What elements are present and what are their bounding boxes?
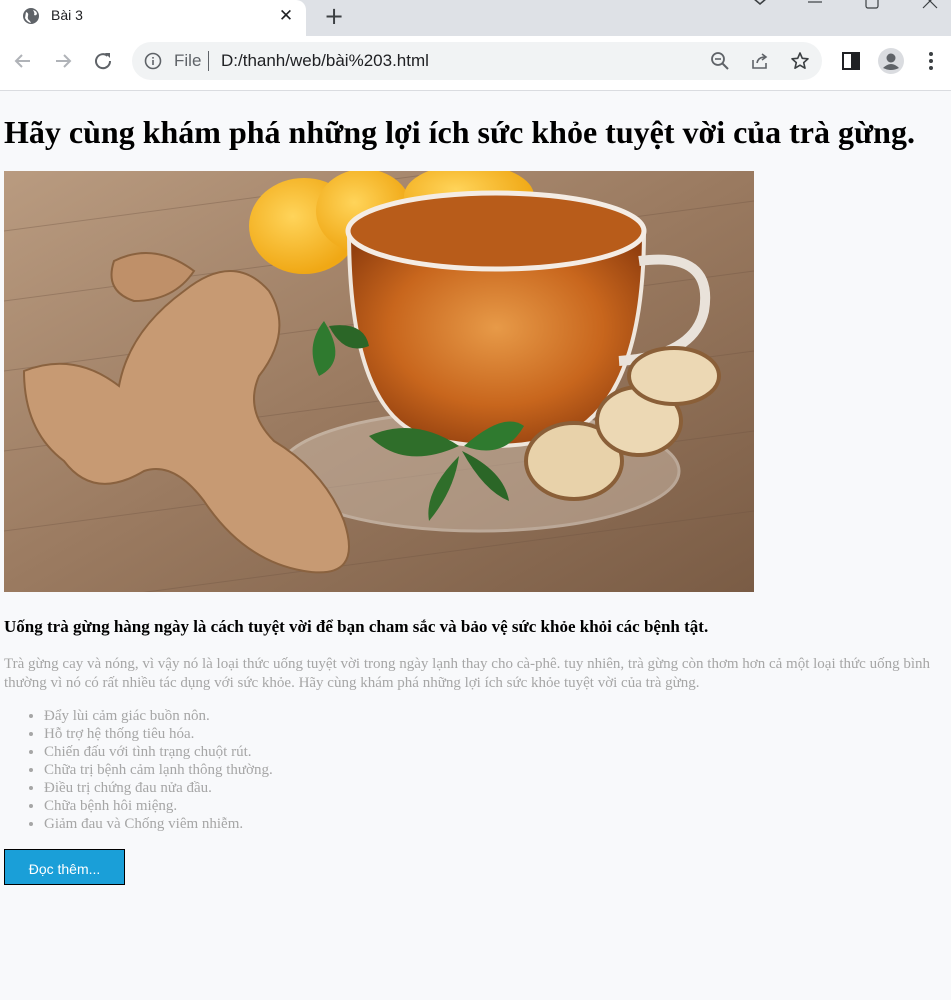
- list-item: Chữa bệnh hôi miệng.: [44, 797, 273, 815]
- side-panel-icon[interactable]: [840, 50, 862, 72]
- tab-strip: Bài 3 ✕ +: [0, 0, 951, 36]
- url-scheme: File: [174, 51, 202, 70]
- reload-icon[interactable]: [90, 48, 116, 74]
- list-item: Giảm đau và Chống viêm nhiễm.: [44, 815, 273, 833]
- maximize-icon[interactable]: [857, 0, 887, 12]
- url-separator: [208, 51, 209, 71]
- subheading: Uống trà gừng hàng ngày là cách tuyệt vờ…: [4, 617, 709, 636]
- tab-bai-3[interactable]: Bài 3 ✕: [0, 0, 306, 36]
- tab-search-icon[interactable]: [745, 0, 775, 12]
- info-icon[interactable]: [144, 52, 162, 70]
- star-icon[interactable]: [790, 51, 810, 71]
- close-icon[interactable]: ✕: [276, 6, 296, 26]
- benefits-list: Đẩy lùi cảm giác buồn nôn. Hỗ trợ hệ thố…: [4, 707, 273, 833]
- globe-icon: [23, 8, 39, 24]
- zoom-out-icon[interactable]: [710, 51, 730, 71]
- plus-icon[interactable]: +: [320, 2, 348, 30]
- address-bar[interactable]: File D:/thanh/web/bài%203.html: [132, 42, 822, 80]
- share-icon[interactable]: [750, 51, 770, 71]
- page-title: Hãy cùng khám phá những lợi ích sức khỏe…: [4, 114, 915, 150]
- forward-icon[interactable]: [50, 48, 76, 74]
- intro-paragraph: Trà gừng cay và nóng, vì vậy nó là loại …: [4, 656, 930, 691]
- tab-title: Bài 3: [51, 7, 83, 23]
- list-item: Đẩy lùi cảm giác buồn nôn.: [44, 707, 273, 725]
- browser-toolbar: File D:/thanh/web/bài%203.html: [0, 36, 951, 91]
- window-close-icon[interactable]: [915, 0, 945, 12]
- list-item: Chữa trị bệnh cảm lạnh thông thường.: [44, 761, 273, 779]
- more-icon[interactable]: [920, 50, 942, 72]
- minimize-icon[interactable]: [800, 0, 830, 12]
- url-text[interactable]: D:/thanh/web/bài%203.html: [221, 51, 429, 71]
- list-item: Điều trị chứng đau nửa đầu.: [44, 779, 273, 797]
- profile-icon[interactable]: [878, 48, 904, 74]
- list-item: Chiến đấu với tình trạng chuột rút.: [44, 743, 273, 761]
- read-more-button[interactable]: Đọc thêm...: [4, 849, 125, 885]
- ginger-tea-image: [4, 171, 754, 592]
- back-icon[interactable]: [10, 48, 36, 74]
- list-item: Hỗ trợ hệ thống tiêu hóa.: [44, 725, 273, 743]
